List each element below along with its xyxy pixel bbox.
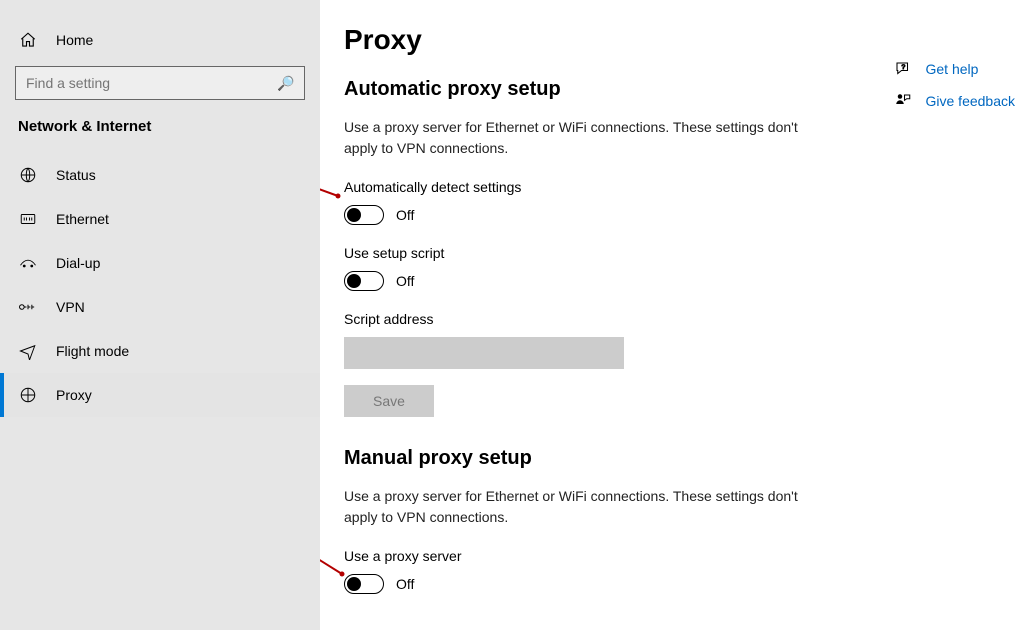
sidebar-item-label: VPN	[56, 299, 85, 315]
give-feedback-text: Give feedback	[926, 93, 1016, 109]
use-proxy-label: Use a proxy server	[344, 548, 1005, 564]
auto-detect-toggle-row: Off	[344, 205, 1005, 225]
page-title: Proxy	[344, 24, 1005, 56]
settings-group-title: Network & Internet	[0, 118, 320, 135]
home-label: Home	[56, 32, 93, 48]
manual-proxy-desc: Use a proxy server for Ethernet or WiFi …	[344, 486, 804, 528]
sidebar-item-status[interactable]: Status	[0, 153, 320, 197]
search-input[interactable]	[26, 75, 277, 91]
setup-script-label: Use setup script	[344, 245, 1005, 261]
auto-detect-label: Automatically detect settings	[344, 179, 1005, 195]
airplane-icon	[18, 342, 38, 360]
help-links: ? Get help Give feedback	[894, 60, 1016, 110]
auto-detect-toggle[interactable]	[344, 205, 384, 225]
auto-detect-state: Off	[396, 207, 414, 223]
main-content: Proxy Automatic proxy setup Use a proxy …	[320, 0, 1029, 630]
sidebar-item-ethernet[interactable]: Ethernet	[0, 197, 320, 241]
svg-text:?: ?	[901, 64, 905, 71]
sidebar-item-flightmode[interactable]: Flight mode	[0, 329, 320, 373]
ethernet-icon	[18, 210, 38, 228]
give-feedback-link[interactable]: Give feedback	[894, 92, 1016, 110]
sidebar-item-label: Flight mode	[56, 343, 129, 359]
manual-proxy-heading: Manual proxy setup	[344, 447, 1005, 470]
toggle-knob	[347, 577, 361, 591]
sidebar-item-proxy[interactable]: Proxy	[0, 373, 320, 417]
sidebar-item-dialup[interactable]: Dial-up	[0, 241, 320, 285]
use-proxy-toggle-row: Off	[344, 574, 1005, 594]
sidebar-item-vpn[interactable]: VPN	[0, 285, 320, 329]
search-box[interactable]: 🔍	[15, 66, 305, 100]
toggle-knob	[347, 274, 361, 288]
use-proxy-state: Off	[396, 576, 414, 592]
proxy-icon	[18, 386, 38, 404]
status-icon	[18, 166, 38, 184]
vpn-icon	[18, 300, 38, 314]
sidebar-item-label: Ethernet	[56, 211, 109, 227]
sidebar-item-label: Dial-up	[56, 255, 100, 271]
help-icon: ?	[894, 60, 912, 78]
annotation-line-1	[320, 172, 346, 202]
script-address-label: Script address	[344, 311, 1005, 327]
use-proxy-toggle[interactable]	[344, 574, 384, 594]
get-help-link[interactable]: ? Get help	[894, 60, 1016, 78]
search-wrap: 🔍	[0, 66, 320, 100]
feedback-icon	[894, 92, 912, 110]
script-address-input[interactable]	[344, 337, 624, 369]
sidebar: Home 🔍 Network & Internet Status Etherne…	[0, 0, 320, 630]
home-nav[interactable]: Home	[0, 18, 320, 62]
home-icon	[18, 31, 38, 49]
auto-proxy-desc: Use a proxy server for Ethernet or WiFi …	[344, 117, 804, 159]
sidebar-item-label: Status	[56, 167, 96, 183]
setup-script-toggle-row: Off	[344, 271, 1005, 291]
save-button[interactable]: Save	[344, 385, 434, 417]
search-icon: 🔍	[277, 75, 294, 92]
dialup-icon	[18, 256, 38, 270]
sidebar-item-label: Proxy	[56, 387, 92, 403]
setup-script-state: Off	[396, 273, 414, 289]
get-help-text: Get help	[926, 61, 979, 77]
toggle-knob	[347, 208, 361, 222]
setup-script-toggle[interactable]	[344, 271, 384, 291]
